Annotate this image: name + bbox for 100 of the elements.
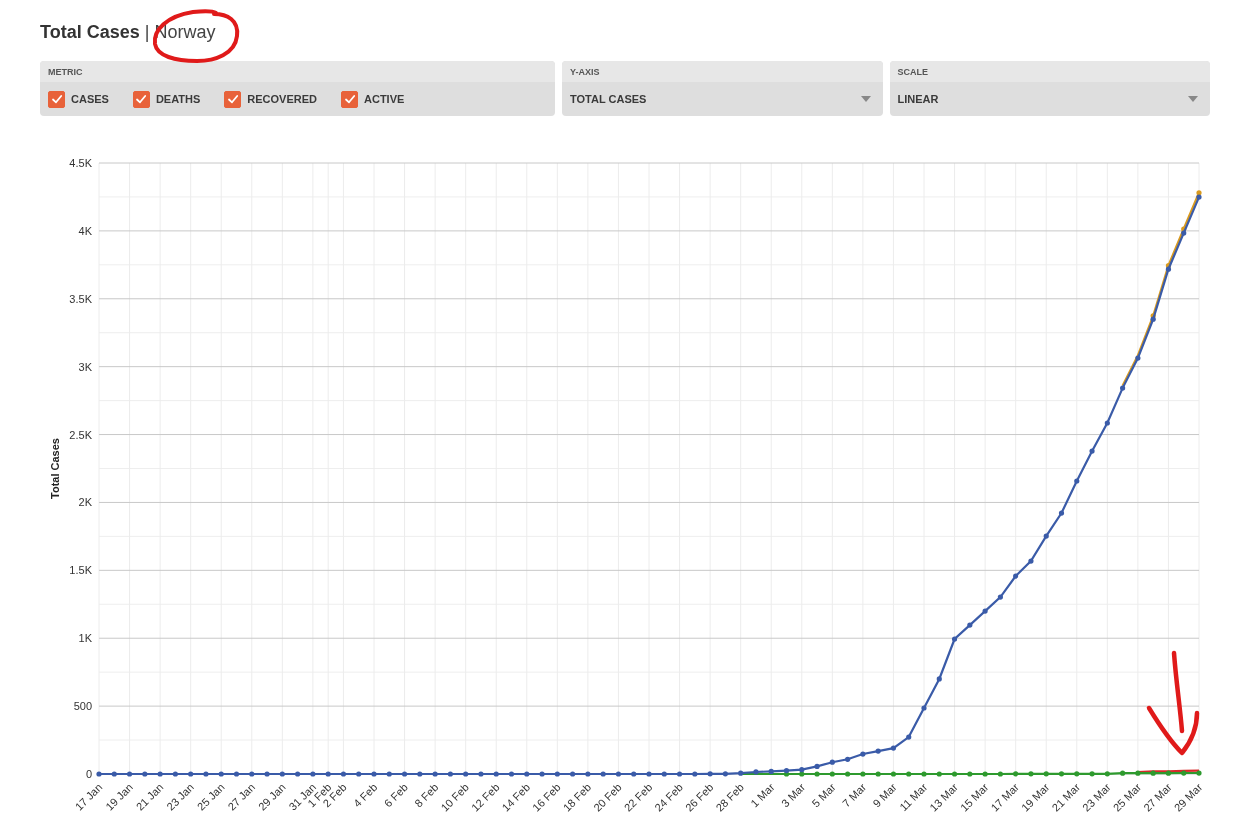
data-point xyxy=(1120,770,1126,776)
x-tick-label: 22 Feb xyxy=(621,780,655,814)
x-tick-label: 8 Feb xyxy=(412,780,441,810)
check-icon xyxy=(135,93,148,105)
y-tick-label: 500 xyxy=(73,700,92,713)
data-point xyxy=(1043,533,1049,539)
data-point xyxy=(829,759,835,765)
x-tick-label: 29 Mar xyxy=(1171,780,1205,814)
checkbox[interactable] xyxy=(341,90,358,108)
data-point xyxy=(707,771,713,777)
data-point xyxy=(340,771,347,777)
data-point xyxy=(1089,448,1095,454)
data-point xyxy=(524,771,530,777)
data-point xyxy=(1165,770,1172,776)
data-point xyxy=(386,771,392,777)
data-point xyxy=(371,771,377,777)
data-point xyxy=(676,771,683,777)
data-point xyxy=(279,771,285,777)
data-point xyxy=(96,771,102,777)
data-point xyxy=(982,771,988,777)
x-tick-label: 23 Jan xyxy=(164,780,197,813)
data-point xyxy=(875,748,881,754)
checkbox-label[interactable]: CASES xyxy=(71,93,109,105)
x-tick-label: 24 Feb xyxy=(652,780,685,814)
data-point xyxy=(661,771,667,777)
data-point xyxy=(951,636,958,642)
data-point xyxy=(264,771,270,777)
data-point xyxy=(860,751,866,757)
dropdown[interactable]: TOTAL CASES xyxy=(562,82,883,116)
data-point xyxy=(890,771,897,777)
data-point xyxy=(1013,771,1019,777)
data-point xyxy=(768,768,774,774)
data-point xyxy=(325,771,331,777)
dropdown[interactable]: LINEAR xyxy=(889,82,1210,116)
data-point xyxy=(600,771,606,777)
data-point xyxy=(401,771,408,777)
checkbox-label[interactable]: DEATHS xyxy=(155,93,201,105)
caret-icon xyxy=(860,96,871,102)
x-tick-label: 17 Jan xyxy=(72,780,105,813)
data-point xyxy=(111,771,117,777)
check-icon xyxy=(226,93,239,105)
data-point xyxy=(1013,573,1019,579)
x-tick-label: 18 Feb xyxy=(560,780,594,814)
data-point xyxy=(1150,770,1156,776)
x-tick-label: 15 Mar xyxy=(957,780,991,814)
data-point xyxy=(478,771,484,777)
checkbox[interactable] xyxy=(224,90,242,108)
x-tick-label: 4 Feb xyxy=(351,780,380,810)
data-point xyxy=(738,770,744,776)
checkbox[interactable] xyxy=(48,90,65,108)
data-point xyxy=(1043,771,1049,777)
data-point xyxy=(1058,771,1065,777)
data-point xyxy=(875,771,881,777)
x-tick-label: 25 Mar xyxy=(1110,780,1144,814)
data-point xyxy=(615,771,622,777)
x-tick-label: 14 Feb xyxy=(499,780,533,814)
data-point xyxy=(295,771,301,777)
data-point xyxy=(1181,770,1187,776)
data-point xyxy=(126,771,133,777)
y-tick-label: 3.5K xyxy=(69,292,92,305)
x-tick-label: 1 Mar xyxy=(748,780,777,810)
panel-label: Y-AXIS xyxy=(570,66,600,77)
x-tick-label: 23 Mar xyxy=(1080,780,1113,814)
data-point xyxy=(936,676,942,682)
x-tick-label: 27 Mar xyxy=(1141,780,1174,814)
data-point xyxy=(921,705,927,711)
dropdown-value: LINEAR xyxy=(897,93,939,105)
data-point xyxy=(722,771,728,777)
checkbox-label[interactable]: ACTIVE xyxy=(364,93,405,105)
data-point xyxy=(829,771,835,777)
data-point xyxy=(417,771,423,777)
caret-icon xyxy=(1188,96,1198,102)
x-tick-label: 28 Feb xyxy=(713,780,747,814)
data-point xyxy=(845,756,851,762)
data-point xyxy=(585,771,591,777)
check-icon xyxy=(343,93,356,105)
data-point xyxy=(860,771,866,777)
data-point xyxy=(646,771,652,777)
x-tick-label: 29 Jan xyxy=(255,780,288,813)
y-tick-label: 4.5K xyxy=(69,157,92,169)
data-point xyxy=(890,745,897,751)
data-point xyxy=(906,771,912,777)
data-point xyxy=(997,771,1003,777)
data-point xyxy=(1196,770,1202,776)
checkbox[interactable] xyxy=(132,90,150,108)
data-point xyxy=(692,771,698,777)
x-tick-label: 3 Mar xyxy=(778,780,808,810)
data-point xyxy=(356,771,362,777)
data-point xyxy=(310,771,316,777)
x-tick-label: 19 Jan xyxy=(103,780,135,813)
checkbox-label[interactable]: RECOVERED xyxy=(247,93,317,105)
data-point xyxy=(936,771,942,777)
data-point xyxy=(982,608,988,614)
y-tick-label: 1.5K xyxy=(69,564,92,577)
x-tick-label: 13 Mar xyxy=(927,780,960,814)
y-tick-label: 2K xyxy=(78,496,92,509)
data-point xyxy=(1120,385,1126,391)
x-tick-label: 27 Jan xyxy=(225,780,258,813)
data-point xyxy=(1028,558,1034,564)
data-point xyxy=(997,594,1003,600)
